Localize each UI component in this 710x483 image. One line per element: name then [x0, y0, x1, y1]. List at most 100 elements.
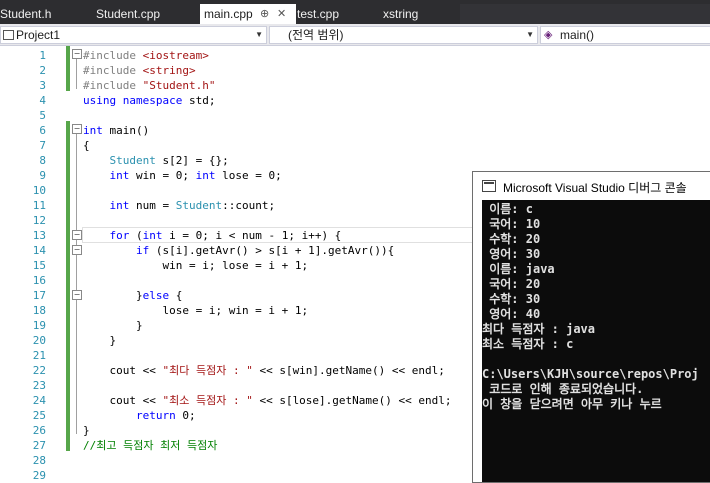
line-number: 2 [39, 64, 46, 77]
code-line: } [83, 319, 143, 332]
line-number: 20 [32, 334, 46, 347]
pin-icon[interactable]: ⊕ [260, 4, 269, 24]
collapse-icon[interactable]: − [72, 245, 82, 255]
scope-label: (전역 범위) [288, 28, 344, 42]
code-line: int num = Student::count; [109, 199, 276, 212]
collapse-icon[interactable]: − [72, 124, 82, 134]
console-title-bar[interactable]: Microsoft Visual Studio 디버그 콘솔 [473, 172, 710, 200]
code-line: int main() [83, 124, 150, 137]
tab-student-cpp[interactable]: Student.cpp [96, 4, 186, 24]
line-number: 24 [32, 394, 46, 407]
line-number: 9 [39, 169, 46, 182]
line-number: 23 [32, 379, 46, 392]
line-number: 28 [32, 454, 46, 467]
line-number: 4 [39, 94, 46, 107]
line-number: 11 [32, 199, 46, 212]
console-line: 이름: c [482, 202, 533, 216]
member-dropdown[interactable]: ◈ main() [540, 26, 710, 44]
tab-main-cpp[interactable]: main.cpp ⊕ ✕ [200, 4, 296, 24]
line-number: 25 [32, 409, 46, 422]
tab-label: Student.h [0, 7, 52, 21]
line-number: 19 [32, 319, 46, 332]
code-line: if (s[i].getAvr() > s[i + 1].getAvr()){ [135, 244, 395, 257]
navigation-bar: Project1 ▼ (전역 범위) ▼ ◈ main() [0, 24, 710, 46]
document-tab-strip: Student.h Student.cpp main.cpp ⊕ ✕ test.… [0, 0, 710, 24]
console-output[interactable]: 이름: c 국어: 10 수학: 20 영어: 30 이름: java 국어: … [482, 200, 710, 482]
console-line: 최다 득점자 : java [482, 322, 595, 336]
console-line: 수학: 30 [482, 292, 541, 306]
tab-label: Student.cpp [96, 7, 161, 21]
fold-guide [76, 134, 77, 434]
code-line: lose = i; win = i + 1; [83, 304, 309, 317]
code-line: using namespace std; [83, 94, 216, 107]
collapse-icon[interactable]: − [72, 290, 82, 300]
line-number: 21 [32, 349, 46, 362]
tab-label: main.cpp [204, 7, 253, 21]
line-number: 22 [32, 364, 46, 377]
tab-label: xstring [383, 7, 419, 21]
code-line: Student s[2] = {}; [109, 154, 229, 167]
line-number: 16 [32, 274, 46, 287]
line-number: 6 [39, 124, 46, 137]
debug-console-window[interactable]: Microsoft Visual Studio 디버그 콘솔 이름: c 국어:… [472, 171, 710, 483]
change-marker [66, 121, 70, 451]
code-line: #include <string> [83, 64, 196, 77]
line-number: 7 [39, 139, 46, 152]
console-title: Microsoft Visual Studio 디버그 콘솔 [503, 181, 687, 195]
chevron-down-icon: ▼ [255, 30, 263, 39]
line-number: 8 [39, 154, 46, 167]
close-icon[interactable]: ✕ [277, 4, 286, 24]
console-line: 수학: 20 [482, 232, 541, 246]
code-line: #include <iostream> [83, 49, 209, 62]
code-line: //최고 득점자 최저 득점자 [83, 439, 218, 452]
code-line: win = i; lose = i + 1; [83, 259, 309, 272]
console-line: 이름: java [482, 262, 555, 276]
code-line: int win = 0; int lose = 0; [109, 169, 282, 182]
console-line: 코드로 인해 종료되었습니다. [482, 382, 644, 396]
code-line: for (int i = 0; i < num - 1; i++) { [109, 229, 342, 242]
code-line: cout << "최소 득점자 : " << s[lose].getName()… [83, 394, 452, 407]
console-line: 국어: 20 [482, 277, 541, 291]
code-line: #include "Student.h" [83, 79, 216, 92]
tab-student-h[interactable]: Student.h [0, 4, 80, 24]
change-marker [66, 46, 70, 91]
code-line: return 0; [135, 409, 196, 422]
line-number: 5 [39, 109, 46, 122]
code-line: { [83, 139, 90, 152]
tab-test-cpp[interactable]: test.cpp [297, 4, 377, 24]
line-number: 15 [32, 259, 46, 272]
chevron-down-icon: ▼ [526, 30, 534, 39]
console-line: C:\Users\KJH\source\repos\Proj [482, 367, 699, 381]
line-number: 14 [32, 244, 46, 257]
line-number: 10 [32, 184, 46, 197]
tab-strip-filler [460, 4, 710, 24]
collapse-icon[interactable]: − [72, 230, 82, 240]
code-line: }else { [83, 289, 183, 302]
member-label: main() [560, 28, 595, 42]
console-line: 영어: 40 [482, 307, 541, 321]
project-name: Project1 [16, 28, 61, 42]
line-number: 17 [32, 289, 46, 302]
line-number: 26 [32, 424, 46, 437]
line-number: 1 [39, 49, 46, 62]
project-dropdown[interactable]: Project1 ▼ [0, 26, 267, 44]
console-line: 이 창을 닫으려면 아무 키나 누르 [482, 397, 662, 411]
line-number: 12 [32, 214, 46, 227]
code-line: cout << "최다 득점자 : " << s[win].getName() … [83, 364, 445, 377]
line-number: 18 [32, 304, 46, 317]
code-line: } [83, 424, 90, 437]
line-number: 27 [32, 439, 46, 452]
project-icon [3, 30, 14, 40]
console-app-icon [482, 180, 496, 192]
collapse-icon[interactable]: − [72, 49, 82, 59]
fold-guide [76, 59, 77, 89]
line-number: 3 [39, 79, 46, 92]
line-number: 13 [32, 229, 46, 242]
tab-xstring[interactable]: xstring [383, 4, 458, 24]
console-line: 영어: 30 [482, 247, 541, 261]
method-icon: ◈ [544, 29, 553, 41]
code-line: } [83, 334, 117, 347]
console-line: 국어: 10 [482, 217, 541, 231]
console-line: 최소 득점자 : c [482, 337, 574, 351]
scope-dropdown[interactable]: (전역 범위) ▼ [269, 26, 538, 44]
